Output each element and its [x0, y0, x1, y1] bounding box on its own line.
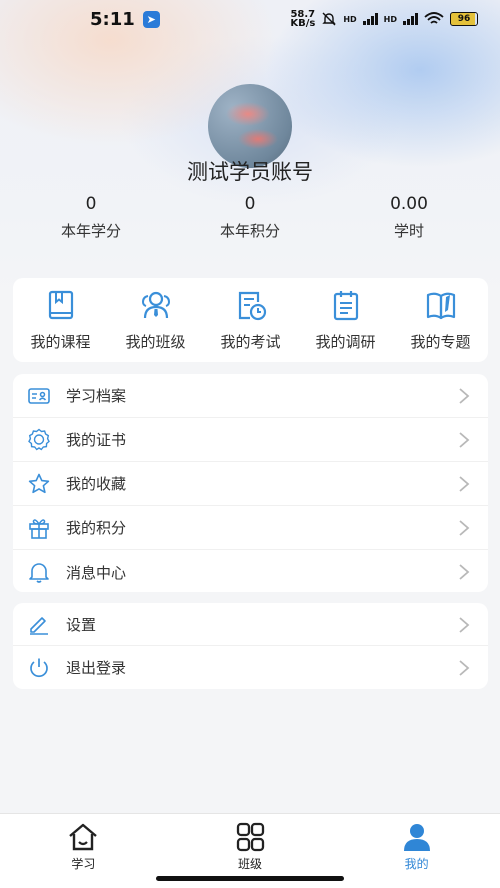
chevron-right-icon — [459, 520, 470, 536]
menu-item-label: 我的证书 — [66, 431, 127, 449]
exam-clock-icon — [238, 291, 266, 321]
chevron-right-icon — [459, 617, 470, 633]
chevron-right-icon — [459, 432, 470, 448]
tab-label: 班级 — [238, 857, 263, 871]
signal-strength-icon — [362, 13, 378, 25]
quick-action-my-courses[interactable]: 我的课程 — [13, 278, 108, 362]
network-speed: 58.7 KB/s — [290, 10, 316, 29]
quick-action-label: 我的课程 — [30, 333, 91, 351]
stat-annual-credits[interactable]: 0 本年学分 — [21, 194, 161, 241]
topic-book-icon — [426, 292, 455, 320]
quick-action-my-surveys[interactable]: 我的调研 — [298, 278, 393, 362]
primary-menu-card: 学习档案 我的证书 我的收藏 我的积分 消息中心 — [13, 374, 488, 592]
stat-value: 0 — [244, 194, 256, 214]
quick-actions-card: 我的课程 我的班级 我的考试 我的调研 我的专题 — [13, 278, 488, 362]
menu-item-learning-records[interactable]: 学习档案 — [13, 374, 488, 418]
quick-action-my-exams[interactable]: 我的考试 — [203, 278, 298, 362]
stat-value: 0 — [85, 194, 97, 214]
quick-action-label: 我的调研 — [315, 333, 376, 351]
home-indicator[interactable] — [156, 876, 344, 881]
chevron-right-icon — [459, 564, 470, 580]
username: 测试学员账号 — [187, 160, 313, 184]
menu-item-logout[interactable]: 退出登录 — [13, 646, 488, 689]
quick-action-my-topics[interactable]: 我的专题 — [393, 278, 488, 362]
stat-label: 本年积分 — [219, 222, 280, 240]
user-icon — [403, 824, 430, 851]
quick-action-label: 我的班级 — [125, 333, 186, 351]
stat-annual-points[interactable]: 0 本年积分 — [180, 194, 320, 241]
menu-item-label: 消息中心 — [66, 563, 127, 582]
home-icon — [69, 823, 98, 851]
survey-clipboard-icon — [333, 291, 358, 321]
menu-item-my-points[interactable]: 我的积分 — [13, 506, 488, 550]
mute-bell-icon — [322, 12, 337, 26]
signal-hd-label-1: HD — [343, 14, 357, 24]
pen-icon — [30, 617, 48, 635]
quick-action-my-classes[interactable]: 我的班级 — [108, 278, 203, 362]
signal-hd-label-2: HD — [383, 14, 397, 24]
certificate-badge-icon — [28, 428, 50, 450]
chevron-right-icon — [459, 660, 470, 676]
chevron-right-icon — [459, 476, 470, 492]
menu-item-my-certificates[interactable]: 我的证书 — [13, 418, 488, 462]
gift-icon — [29, 518, 49, 539]
battery-icon: 96 — [450, 12, 478, 26]
tab-mine[interactable]: 我的 — [333, 814, 500, 888]
quick-action-label: 我的考试 — [220, 333, 281, 351]
stat-label: 本年学分 — [60, 222, 121, 240]
menu-item-settings[interactable]: 设置 — [13, 603, 488, 646]
class-group-icon — [141, 291, 170, 319]
profile-card-icon — [28, 387, 50, 404]
menu-item-my-favorites[interactable]: 我的收藏 — [13, 462, 488, 506]
chevron-right-icon — [459, 388, 470, 404]
tab-label: 学习 — [71, 857, 96, 871]
stat-value: 0.00 — [390, 194, 428, 214]
signal-strength-icon-2 — [403, 13, 418, 25]
tab-label: 我的 — [404, 857, 429, 871]
book-icon — [48, 290, 73, 320]
status-indicators: 58.7 KB/s HD HD 96 — [290, 10, 478, 29]
status-time: 5:11 — [90, 8, 135, 30]
menu-item-label: 学习档案 — [66, 387, 127, 405]
notification-app-icon: ➤ — [142, 10, 160, 28]
menu-item-message-center[interactable]: 消息中心 — [13, 550, 488, 594]
menu-item-label: 我的积分 — [66, 519, 127, 537]
quick-action-label: 我的专题 — [410, 333, 471, 351]
stat-study-hours[interactable]: 0.00 学时 — [339, 194, 479, 241]
power-icon — [30, 658, 48, 677]
bell-icon — [29, 563, 49, 583]
star-icon — [28, 473, 50, 493]
menu-item-label: 我的收藏 — [66, 475, 127, 493]
secondary-menu-card: 设置 退出登录 — [13, 603, 488, 689]
status-bar: 5:11 ➤ 58.7 KB/s HD HD 96 — [0, 0, 500, 38]
stat-label: 学时 — [393, 222, 424, 240]
menu-item-label: 退出登录 — [66, 659, 127, 677]
network-speed-unit: KB/s — [290, 18, 316, 29]
tab-study[interactable]: 学习 — [0, 814, 167, 888]
menu-item-label: 设置 — [66, 615, 97, 634]
grid-icon — [236, 822, 265, 852]
wifi-icon — [424, 12, 444, 24]
